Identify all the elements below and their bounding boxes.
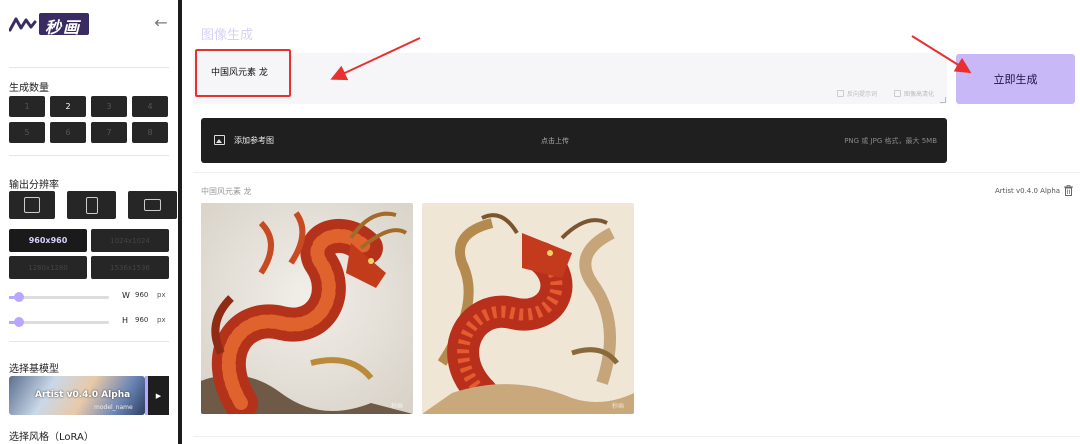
- divider: [9, 155, 169, 156]
- count-button-7[interactable]: 7: [91, 122, 127, 143]
- negative-prompt-checkbox[interactable]: [837, 90, 844, 97]
- divider: [193, 172, 1080, 173]
- ratio-portrait-button[interactable]: [67, 191, 116, 219]
- red-dragon-image: [422, 203, 634, 414]
- negative-prompt-label: 反向提示词: [847, 91, 878, 98]
- model-subtitle: model_name: [94, 404, 133, 411]
- count-button-3[interactable]: 3: [91, 96, 127, 117]
- result-prompt: 中国风元素 龙: [201, 187, 252, 196]
- app-root: 秒画 ← 生成数量 1 2 3 4 5 6 7 8 输出分辨率 960x960 …: [0, 0, 1080, 444]
- portrait-ratio-icon: [85, 196, 98, 214]
- logo-wave-icon: [9, 17, 37, 32]
- logo[interactable]: 秒画: [9, 12, 89, 37]
- image-icon: [214, 135, 225, 145]
- negative-prompt-option[interactable]: 反向提示词: [837, 89, 877, 98]
- upscale-checkbox[interactable]: [894, 90, 901, 97]
- result-model: Artist v0.4.0 Alpha: [995, 187, 1061, 195]
- sidebar: 秒画 ← 生成数量 1 2 3 4 5 6 7 8 输出分辨率 960x960 …: [0, 0, 178, 444]
- divider: [193, 436, 1080, 437]
- sidebar-divider: [178, 0, 182, 444]
- resolution-button[interactable]: 1280x1280: [9, 256, 87, 279]
- resize-grip-icon[interactable]: [940, 97, 946, 103]
- click-upload-text[interactable]: 点击上传: [541, 136, 569, 146]
- count-button-8[interactable]: 8: [132, 122, 168, 143]
- lora-label: 选择风格（LoRA）: [9, 432, 94, 443]
- width-label: W: [122, 291, 130, 300]
- height-label: H: [122, 316, 129, 325]
- model-next-icon[interactable]: ▶: [145, 376, 169, 415]
- square-ratio-icon: [24, 197, 40, 213]
- resolution-grid: 960x960 1024x1024 1280x1280 1536x1536: [9, 229, 169, 279]
- resolution-button[interactable]: 1536x1536: [91, 256, 169, 279]
- collapse-sidebar-icon[interactable]: ←: [151, 13, 171, 33]
- divider: [9, 67, 169, 68]
- trash-icon[interactable]: [1064, 185, 1073, 196]
- count-button-6[interactable]: 6: [50, 122, 86, 143]
- height-slider-track[interactable]: [13, 321, 109, 324]
- landscape-ratio-icon: [144, 199, 161, 211]
- model-name: Artist v0.4.0 Alpha: [35, 390, 131, 400]
- model-card[interactable]: Artist v0.4.0 Alpha model_name: [9, 376, 145, 415]
- width-unit: px: [157, 291, 166, 299]
- count-grid: 1 2 3 4 5 6 7 8: [9, 96, 169, 143]
- prompt-input[interactable]: [193, 53, 947, 104]
- annotation-frame: [195, 49, 291, 97]
- divider: [9, 341, 169, 342]
- count-button-2[interactable]: 2: [50, 96, 86, 117]
- resolution-button[interactable]: 960x960: [9, 229, 87, 252]
- upscale-label: 图像高清化: [904, 91, 935, 98]
- resolution-label: 输出分辨率: [9, 180, 59, 191]
- page-title: 图像生成: [201, 28, 254, 43]
- count-button-4[interactable]: 4: [132, 96, 168, 117]
- image-watermark: 秒画: [390, 403, 403, 410]
- count-label: 生成数量: [9, 83, 49, 94]
- height-value[interactable]: 960: [135, 316, 148, 324]
- red-dragon-image: [201, 203, 413, 414]
- width-slider-row: W 960 px: [9, 291, 169, 303]
- image-watermark: 秒画: [611, 403, 624, 410]
- height-slider-thumb[interactable]: [14, 317, 24, 327]
- ratio-square-button[interactable]: [9, 191, 55, 219]
- count-button-1[interactable]: 1: [9, 96, 45, 117]
- aspect-ratio-row: [9, 191, 177, 219]
- width-value[interactable]: 960: [135, 291, 148, 299]
- height-slider-row: H 960 px: [9, 316, 169, 328]
- upload-label: 添加参考图: [234, 136, 274, 145]
- width-slider-thumb[interactable]: [14, 292, 24, 302]
- base-model-label: 选择基模型: [9, 364, 59, 375]
- count-button-5[interactable]: 5: [9, 122, 45, 143]
- width-slider-track[interactable]: [13, 296, 109, 299]
- logo-text: 秒画: [45, 18, 82, 37]
- resolution-button[interactable]: 1024x1024: [91, 229, 169, 252]
- generate-button[interactable]: 立即生成: [956, 54, 1075, 104]
- upscale-option[interactable]: 图像高清化: [894, 89, 934, 98]
- result-image-2[interactable]: 秒画: [422, 203, 634, 414]
- ratio-landscape-button[interactable]: [128, 191, 177, 219]
- reference-upload-bar[interactable]: 添加参考图 点击上传 PNG 或 JPG 格式，最大 5MB: [201, 118, 947, 163]
- upload-hint: PNG 或 JPG 格式，最大 5MB: [844, 137, 937, 145]
- result-image-1[interactable]: 秒画: [201, 203, 413, 414]
- height-unit: px: [157, 316, 166, 324]
